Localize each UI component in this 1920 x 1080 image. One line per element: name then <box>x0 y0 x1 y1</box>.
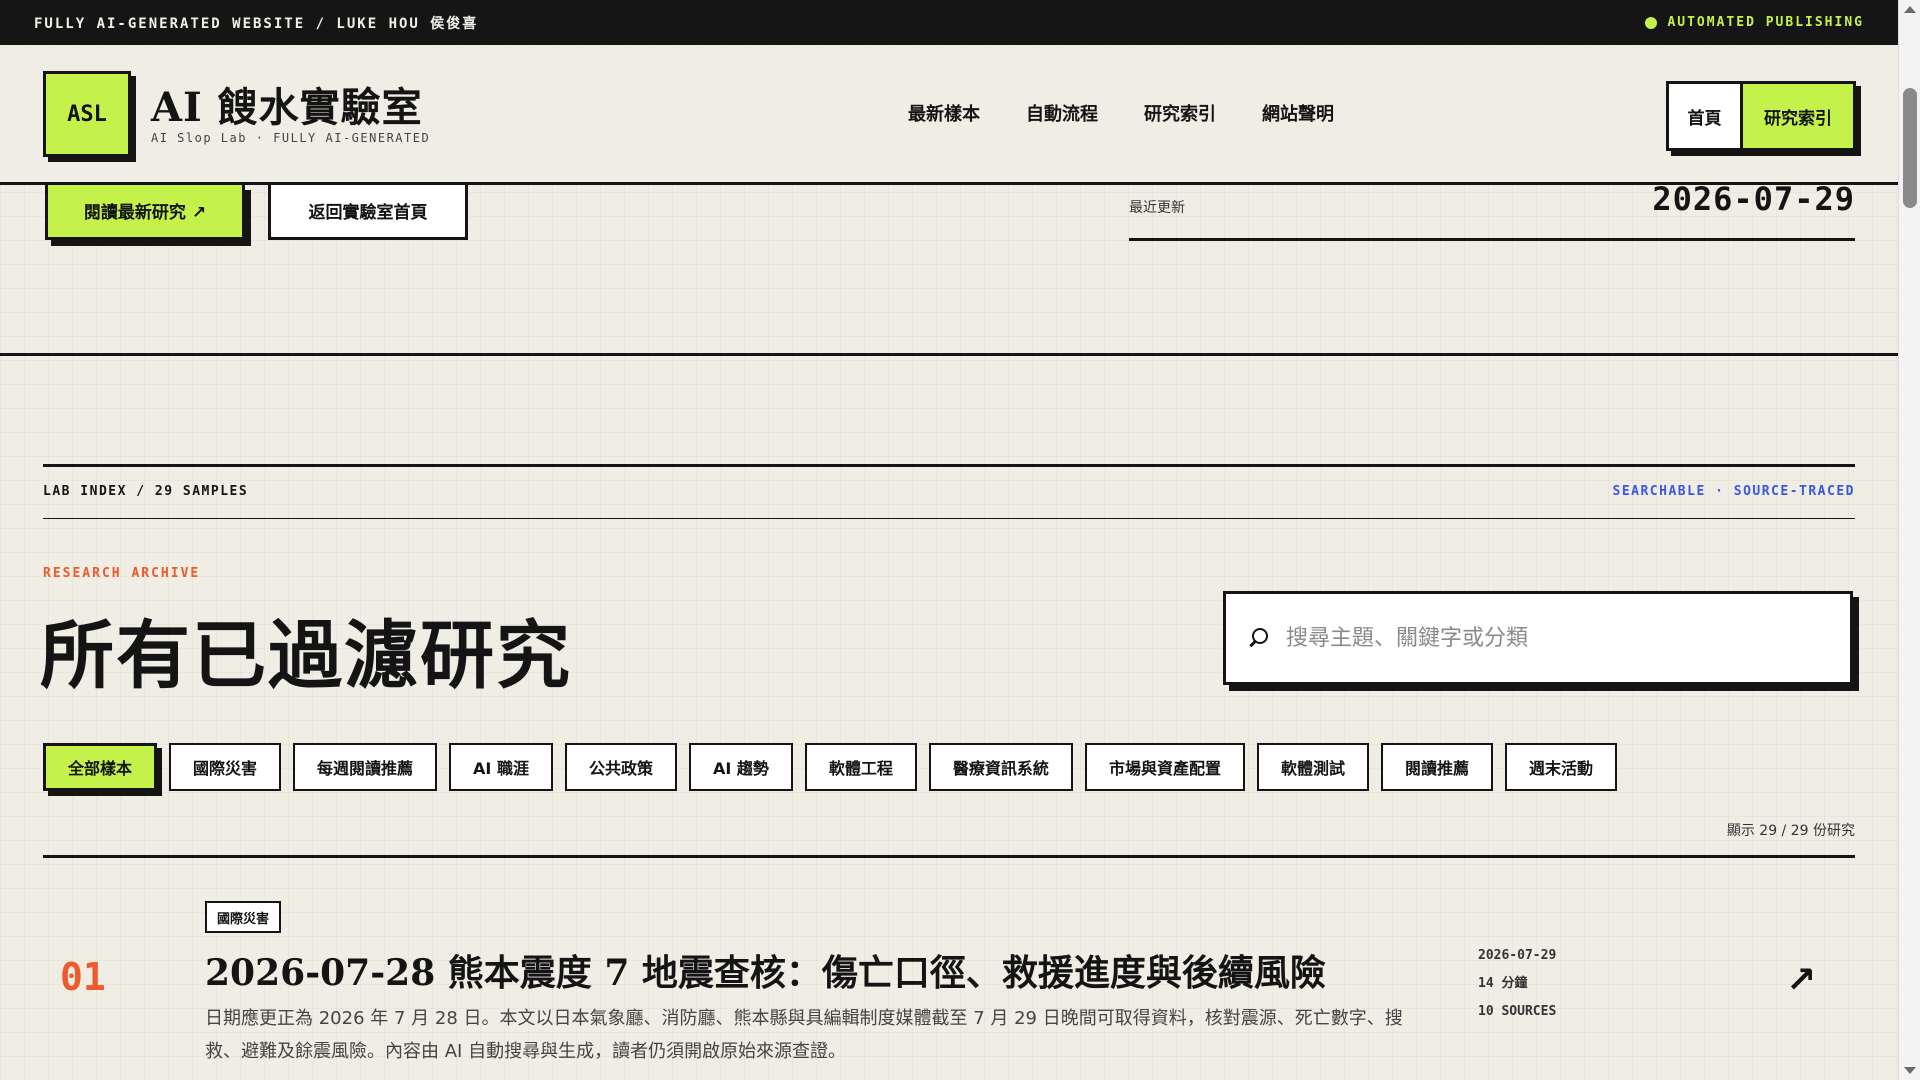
site-header: ASL AI 餿水實驗室 AI Slop Lab · FULLY AI-GENE… <box>0 45 1898 185</box>
item-sources: 10 SOURCES <box>1478 1004 1557 1019</box>
filter-ai-trends[interactable]: AI 趨勢 <box>688 743 793 791</box>
category-filters: 全部樣本 國際災害 每週閱讀推薦 AI 職涯 公共政策 AI 趨勢 軟體工程 醫… <box>43 743 1617 791</box>
arrow-up-right-icon[interactable]: ↗ <box>1786 960 1816 1001</box>
status-dot-icon <box>1645 16 1658 29</box>
filter-reading-recommendations[interactable]: 閱讀推薦 <box>1380 743 1493 791</box>
publishing-status: AUTOMATED PUBLISHING <box>1645 15 1864 30</box>
site-subtitle: AI Slop Lab · FULLY AI-GENERATED <box>151 131 431 145</box>
scrollbar-thumb[interactable] <box>1903 88 1917 208</box>
research-archive-kicker: RESEARCH ARCHIVE <box>43 566 201 581</box>
section-divider <box>0 353 1898 356</box>
site-title[interactable]: AI 餿水實驗室 <box>151 75 423 133</box>
filter-medical-info-systems[interactable]: 醫療資訊系統 <box>928 743 1073 791</box>
nav-latest-samples[interactable]: 最新樣本 <box>908 100 980 126</box>
last-updated-date: 2026-07-29 <box>1652 180 1855 218</box>
index-top-divider <box>43 464 1855 467</box>
top-bar: FULLY AI-GENERATED WEBSITE / LUKE HOU 侯俊… <box>0 0 1898 45</box>
lab-index-tags: SEARCHABLE · SOURCE-TRACED <box>1612 484 1855 499</box>
result-count: 顯示 29 / 29 份研究 <box>1726 823 1855 839</box>
item-description: 日期應更正為 2026 年 7 月 28 日。本文以日本氣象廳、消防廳、熊本縣與… <box>205 1008 1403 1062</box>
last-updated-label: 最近更新 <box>1129 200 1185 216</box>
filter-markets-asset-allocation[interactable]: 市場與資產配置 <box>1084 743 1245 791</box>
page-scrollbar[interactable] <box>1898 0 1920 1080</box>
research-index-button[interactable]: 研究索引 <box>1743 84 1853 148</box>
home-button[interactable]: 首頁 <box>1669 84 1743 148</box>
back-to-lab-home-button[interactable]: 返回實驗室首頁 <box>268 184 468 240</box>
item-title[interactable]: 2026-07-28 熊本震度 7 地震查核：傷亡口徑、救援進度與後續風險 <box>205 944 1326 996</box>
search-icon <box>1248 628 1268 648</box>
filter-software-engineering[interactable]: 軟體工程 <box>804 743 917 791</box>
nav-automation-flow[interactable]: 自動流程 <box>1026 100 1098 126</box>
item-read-time: 14 分鐘 <box>1478 976 1528 991</box>
item-category-tag[interactable]: 國際災害 <box>205 901 282 933</box>
read-latest-research-button[interactable]: 閱讀最新研究 ↗ <box>45 184 245 240</box>
filter-software-testing[interactable]: 軟體測試 <box>1256 743 1369 791</box>
site-disclaimer: FULLY AI-GENERATED WEBSITE / LUKE HOU 侯俊… <box>34 15 479 32</box>
update-divider <box>1129 238 1855 241</box>
page-title: 所有已過濾研究 <box>40 613 572 699</box>
filter-weekend-events[interactable]: 週末活動 <box>1504 743 1617 791</box>
search-box[interactable] <box>1223 591 1853 685</box>
header-button-group: 首頁 研究索引 <box>1666 81 1856 151</box>
scroll-up-arrow-icon[interactable] <box>1904 6 1916 13</box>
item-number: 01 <box>60 955 106 999</box>
nav-site-statement[interactable]: 網站聲明 <box>1262 100 1334 126</box>
nav-research-index[interactable]: 研究索引 <box>1144 100 1216 126</box>
main-nav: 最新樣本 自動流程 研究索引 網站聲明 <box>908 100 1334 126</box>
item-meta: 2026-07-29 14 分鐘 10 SOURCES <box>1478 942 1556 1026</box>
publishing-status-label: AUTOMATED PUBLISHING <box>1667 15 1864 30</box>
filter-ai-career[interactable]: AI 職涯 <box>449 743 553 791</box>
filter-weekly-reading[interactable]: 每週閱讀推薦 <box>293 743 438 791</box>
search-input[interactable] <box>1286 625 1826 651</box>
lab-index-label: LAB INDEX / 29 SAMPLES <box>43 484 249 499</box>
filter-public-policy[interactable]: 公共政策 <box>564 743 677 791</box>
item-date: 2026-07-29 <box>1478 948 1557 963</box>
scroll-down-arrow-icon[interactable] <box>1904 1067 1916 1074</box>
site-logo[interactable]: ASL <box>43 71 131 157</box>
filter-all-samples[interactable]: 全部樣本 <box>43 743 158 791</box>
index-bottom-divider <box>43 518 1855 519</box>
filter-international-disasters[interactable]: 國際災害 <box>169 743 282 791</box>
list-divider <box>43 855 1855 858</box>
